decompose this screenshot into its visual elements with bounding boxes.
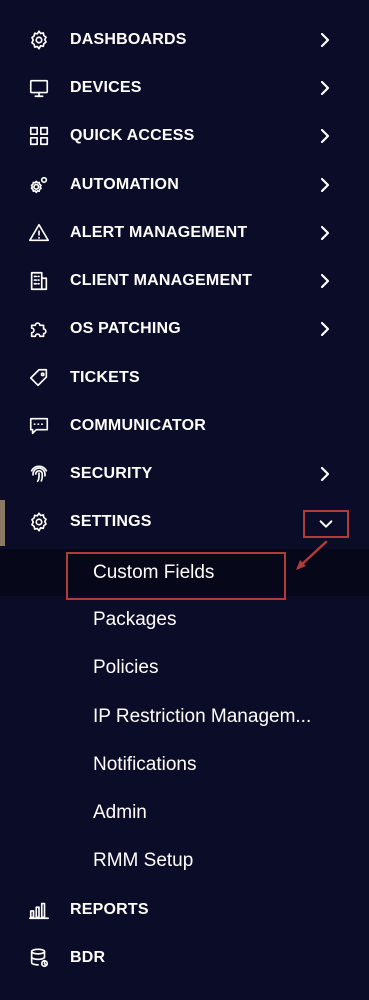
warning-icon bbox=[27, 221, 51, 245]
gear-icon bbox=[27, 28, 51, 52]
monitor-icon bbox=[27, 76, 51, 100]
sidebar-item-label: QUICK ACCESS bbox=[70, 127, 195, 144]
sidebar-item-communicator[interactable]: COMMUNICATOR bbox=[0, 406, 369, 446]
submenu-item-rmm-setup[interactable]: RMM Setup bbox=[93, 846, 193, 876]
sidebar-item-label: REPORTS bbox=[70, 901, 149, 918]
submenu-item-packages[interactable]: Packages bbox=[93, 605, 176, 635]
fingerprint-icon bbox=[27, 462, 51, 486]
gears-icon bbox=[27, 173, 51, 197]
gear-icon bbox=[27, 510, 51, 534]
sidebar-item-os-patching[interactable]: OS PATCHING bbox=[0, 309, 369, 349]
submenu-item-ip-restriction-management[interactable]: IP Restriction Managem... bbox=[93, 702, 311, 732]
sidebar-item-client-management[interactable]: CLIENT MANAGEMENT bbox=[0, 261, 369, 301]
chevron-right-icon[interactable] bbox=[315, 464, 335, 484]
sidebar-item-label: COMMUNICATOR bbox=[70, 417, 207, 434]
sidebar-item-label: AUTOMATION bbox=[70, 176, 179, 193]
bar-chart-icon bbox=[27, 898, 51, 922]
sidebar-item-reports[interactable]: REPORTS bbox=[0, 890, 369, 930]
chevron-right-icon[interactable] bbox=[315, 223, 335, 243]
tag-icon bbox=[27, 366, 51, 390]
sidebar-item-label: DASHBOARDS bbox=[70, 31, 187, 48]
sidebar-item-label: TICKETS bbox=[70, 369, 140, 386]
sidebar-item-label: OS PATCHING bbox=[70, 320, 181, 337]
sidebar-item-label: CLIENT MANAGEMENT bbox=[70, 272, 253, 289]
chat-icon bbox=[27, 414, 51, 438]
sidebar-item-bdr[interactable]: BDR bbox=[0, 938, 369, 978]
chevron-right-icon[interactable] bbox=[315, 126, 335, 146]
sidebar-item-automation[interactable]: AUTOMATION bbox=[0, 165, 369, 205]
chevron-right-icon[interactable] bbox=[315, 78, 335, 98]
sidebar-item-quick-access[interactable]: QUICK ACCESS bbox=[0, 116, 369, 156]
building-icon bbox=[27, 269, 51, 293]
settings-collapse-toggle[interactable] bbox=[303, 510, 349, 538]
sidebar-item-alert-management[interactable]: ALERT MANAGEMENT bbox=[0, 213, 369, 253]
sidebar-item-dashboards[interactable]: DASHBOARDS bbox=[0, 20, 369, 60]
sidebar-item-label: SECURITY bbox=[70, 465, 153, 482]
puzzle-icon bbox=[27, 317, 51, 341]
chevron-right-icon[interactable] bbox=[315, 271, 335, 291]
chevron-right-icon[interactable] bbox=[315, 30, 335, 50]
chevron-down-icon bbox=[317, 515, 335, 533]
submenu-item-policies[interactable]: Policies bbox=[93, 653, 158, 683]
submenu-item-admin[interactable]: Admin bbox=[93, 798, 147, 828]
database-icon bbox=[27, 946, 51, 970]
annotation-arrow-icon bbox=[296, 540, 328, 570]
sidebar-item-tickets[interactable]: TICKETS bbox=[0, 358, 369, 398]
sidebar-item-label: ALERT MANAGEMENT bbox=[70, 224, 248, 241]
submenu-item-notifications[interactable]: Notifications bbox=[93, 750, 197, 780]
chevron-right-icon[interactable] bbox=[315, 175, 335, 195]
annotation-highlight-box bbox=[66, 552, 286, 600]
sidebar-item-devices[interactable]: DEVICES bbox=[0, 68, 369, 108]
sidebar-item-label: SETTINGS bbox=[70, 513, 152, 530]
grid-icon bbox=[27, 124, 51, 148]
sidebar-item-security[interactable]: SECURITY bbox=[0, 454, 369, 494]
sidebar-item-label: DEVICES bbox=[70, 79, 142, 96]
sidebar-item-label: BDR bbox=[70, 949, 106, 966]
chevron-right-icon[interactable] bbox=[315, 319, 335, 339]
